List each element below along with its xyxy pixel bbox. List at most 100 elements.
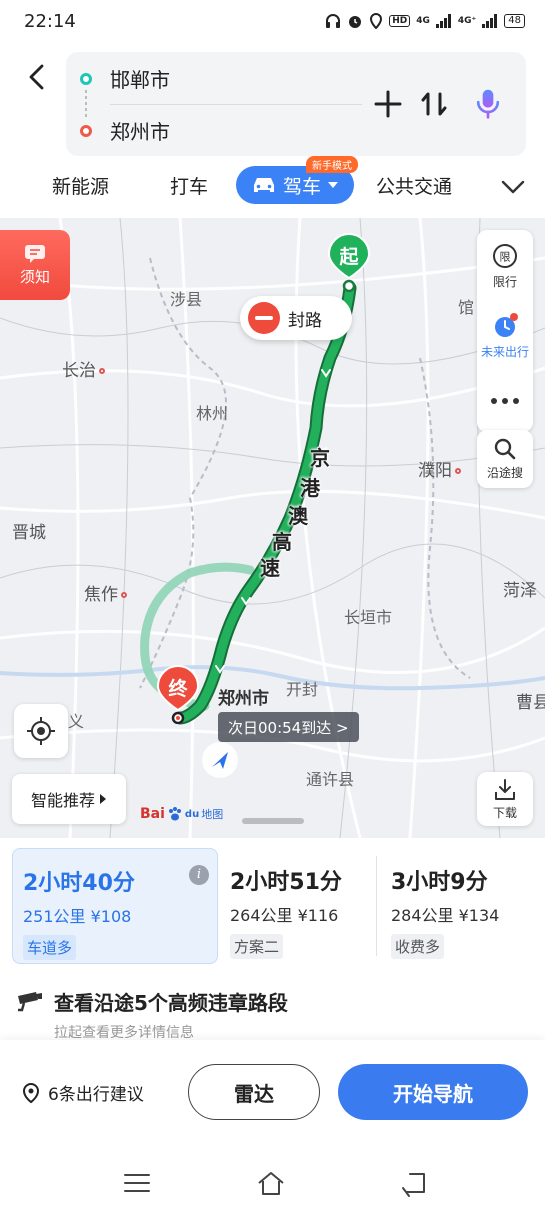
route-input-box: 邯郸市 郑州市 bbox=[66, 52, 526, 156]
restriction-label: 限行 bbox=[492, 274, 517, 289]
search-along-button[interactable]: 沿途搜 bbox=[477, 430, 533, 488]
system-nav-bar bbox=[0, 1150, 545, 1215]
tab-public-transit[interactable]: 公共交通 bbox=[376, 172, 452, 199]
option-tag: 车道多 bbox=[23, 935, 77, 960]
origin-dot-icon bbox=[80, 73, 92, 85]
add-waypoint-icon[interactable] bbox=[372, 88, 404, 120]
info-icon[interactable]: i bbox=[189, 865, 209, 885]
logo-map-word: 地图 bbox=[201, 808, 224, 821]
paw-icon bbox=[168, 807, 181, 821]
county-label: 馆 bbox=[458, 298, 475, 317]
option-duration: 2小时51分 bbox=[230, 870, 342, 895]
download-icon bbox=[495, 778, 515, 800]
signal-icon-2 bbox=[482, 14, 498, 28]
more-tools-button[interactable] bbox=[477, 370, 533, 432]
future-trip-label: 未来出行 bbox=[480, 344, 529, 359]
end-marker[interactable]: 终 bbox=[155, 664, 201, 725]
county-label: 通许县 bbox=[306, 770, 355, 789]
highway-char: 高 bbox=[272, 530, 292, 554]
swap-route-icon[interactable] bbox=[418, 88, 450, 120]
sheet-drag-handle[interactable] bbox=[242, 818, 304, 824]
county-label: 涉县 bbox=[170, 290, 203, 309]
back-arrow-icon[interactable] bbox=[22, 62, 52, 92]
status-icons: HD 4G 4G⁺ 48 bbox=[325, 13, 525, 29]
logo-suffix: du bbox=[184, 808, 200, 820]
option-duration: 2小时40分 bbox=[23, 871, 135, 896]
option-meta: 251公里 ¥108 bbox=[23, 907, 132, 926]
option-meta: 284公里 ¥134 bbox=[391, 906, 500, 925]
city-label: 曹县 bbox=[516, 693, 545, 713]
highway-char: 澳 bbox=[288, 504, 308, 528]
county-label: 义 bbox=[68, 712, 85, 731]
county-label: 长垣市 bbox=[344, 608, 393, 627]
start-navigation-button[interactable]: 开始导航 bbox=[338, 1064, 528, 1120]
highway-char: 港 bbox=[300, 476, 320, 500]
option-meta: 264公里 ¥116 bbox=[230, 906, 339, 925]
eta-bubble[interactable]: 次日00:54到达 > bbox=[218, 712, 359, 742]
county-label: 林州 bbox=[196, 404, 229, 423]
violation-title: 查看沿途5个高频违章路段 bbox=[54, 990, 288, 1015]
notice-label: 须知 bbox=[19, 267, 50, 286]
menu-icon[interactable] bbox=[122, 1168, 152, 1198]
route-divider bbox=[110, 104, 362, 105]
highway-char: 京 bbox=[310, 446, 330, 470]
map-tools-panel: 限 限行 未来出行 bbox=[477, 230, 533, 432]
logo-text: Bai bbox=[140, 806, 165, 822]
route-option-2[interactable]: 2小时51分 264公里 ¥116 方案二 bbox=[218, 848, 376, 964]
restriction-icon: 限 bbox=[493, 243, 517, 268]
microphone-icon[interactable] bbox=[472, 88, 504, 120]
route-option-1[interactable]: 2小时40分 251公里 ¥108 车道多 i bbox=[12, 848, 218, 964]
download-button[interactable]: 下载 bbox=[477, 772, 533, 826]
caret-down-icon bbox=[328, 182, 338, 188]
transport-tabs: 新能源 打车 驾车 新手模式 公共交通 bbox=[0, 156, 545, 214]
home-icon[interactable] bbox=[256, 1168, 286, 1198]
route-header: 邯郸市 郑州市 bbox=[0, 42, 545, 162]
end-label: 终 bbox=[168, 678, 188, 700]
search-along-label: 沿途搜 bbox=[486, 466, 523, 480]
violation-segments-row[interactable]: 查看沿途5个高频违章路段 bbox=[16, 984, 516, 1018]
highway-char: 速 bbox=[260, 556, 280, 580]
caret-right-icon bbox=[100, 794, 106, 804]
restriction-button[interactable]: 限 限行 bbox=[477, 230, 533, 302]
future-trip-button[interactable]: 未来出行 bbox=[477, 302, 533, 370]
locate-crosshair-icon bbox=[27, 717, 55, 745]
hd-icon: HD bbox=[389, 15, 411, 27]
search-icon bbox=[494, 438, 516, 460]
start-marker[interactable]: 起 bbox=[326, 232, 372, 293]
net1-label: 4G bbox=[416, 16, 430, 26]
system-back-icon[interactable] bbox=[400, 1168, 430, 1198]
travel-tips-label: 6条出行建议 bbox=[48, 1085, 144, 1105]
radar-button[interactable]: 雷达 bbox=[188, 1064, 320, 1120]
chevron-down-icon[interactable] bbox=[500, 176, 526, 198]
status-bar: 22:14 HD 4G 4G⁺ 48 bbox=[0, 0, 545, 42]
road-closure-tag[interactable]: 封路 bbox=[240, 296, 352, 340]
closure-label: 封路 bbox=[288, 310, 322, 331]
notice-icon bbox=[25, 244, 45, 263]
tab-taxi[interactable]: 打车 bbox=[170, 172, 208, 199]
travel-tips-button[interactable]: 6条出行建议 bbox=[22, 1080, 144, 1105]
city-label: 晋城 bbox=[12, 523, 46, 543]
signal-icon bbox=[435, 14, 451, 28]
more-dots-icon bbox=[491, 398, 519, 404]
notice-button[interactable]: 须知 bbox=[0, 230, 70, 300]
alarm-icon bbox=[349, 16, 362, 28]
tab-new-energy[interactable]: 新能源 bbox=[52, 172, 109, 199]
option-duration: 3小时9分 bbox=[391, 870, 488, 895]
net2-label: 4G⁺ bbox=[457, 16, 477, 26]
action-bar: 6条出行建议 雷达 开始导航 bbox=[0, 1040, 545, 1150]
route-option-3[interactable]: 3小时9分 284公里 ¥134 收费多 bbox=[376, 856, 534, 959]
destination-field[interactable]: 郑州市 bbox=[110, 110, 170, 150]
map-view[interactable]: 长治 林州 濮阳 晋城 焦作 长垣市 郑州市 开封 通许县 菏泽 曹县 馆 涉县… bbox=[0, 218, 545, 838]
clock-icon bbox=[495, 312, 518, 337]
tab-driving-label: 驾车 bbox=[282, 175, 321, 198]
city-label: 长治 bbox=[62, 356, 105, 381]
smart-recommend-button[interactable]: 智能推荐 bbox=[12, 774, 126, 824]
city-label: 菏泽 bbox=[503, 581, 537, 601]
origin-field[interactable]: 邯郸市 bbox=[110, 58, 170, 98]
car-icon bbox=[253, 178, 274, 192]
route-options: 2小时40分 251公里 ¥108 车道多 i 2小时51分 264公里 ¥11… bbox=[12, 848, 534, 964]
current-location-arrow-icon bbox=[202, 742, 238, 778]
locate-button[interactable] bbox=[14, 704, 68, 758]
status-time: 22:14 bbox=[24, 10, 76, 32]
city-label: 焦作 bbox=[84, 580, 127, 605]
